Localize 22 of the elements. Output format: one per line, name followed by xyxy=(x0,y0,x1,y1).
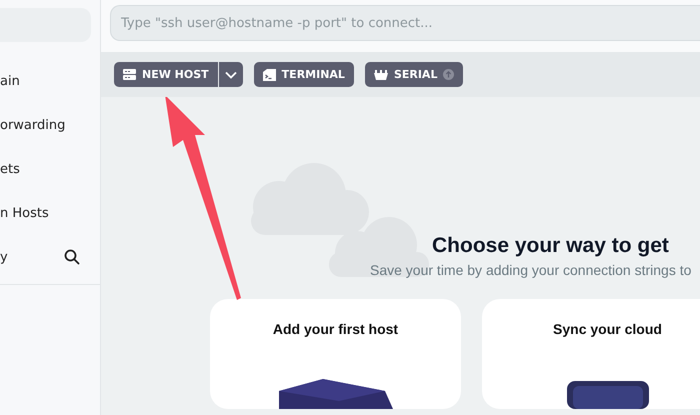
sidebar-item[interactable]: ain xyxy=(0,74,20,88)
toolbar-button[interactable]: SERIAL xyxy=(364,62,464,87)
option-card[interactable]: Add your first host xyxy=(210,299,461,409)
dropdown-button[interactable] xyxy=(218,62,243,87)
server-icon xyxy=(123,69,136,80)
sidebar-item[interactable]: y xyxy=(0,250,8,264)
chevron-down-icon xyxy=(224,70,237,78)
card-title: Sync your cloud xyxy=(553,321,662,337)
search-icon[interactable] xyxy=(64,249,80,265)
terminal-icon xyxy=(262,68,276,80)
toolbar-button[interactable]: TERMINAL xyxy=(254,62,354,87)
serial-port-icon xyxy=(374,70,388,80)
card-title: Add your first host xyxy=(272,321,398,337)
search-field[interactable]: Type "ssh user@hostname -p port" to connect... xyxy=(110,5,700,41)
option-card[interactable]: Sync your cloud xyxy=(482,299,700,409)
toolbar-button[interactable]: NEW HOST xyxy=(114,62,218,87)
sidebar-item[interactable]: ets xyxy=(0,162,20,176)
sidebar-item[interactable]: orwarding xyxy=(0,118,66,132)
welcome-title: Choose your way to get xyxy=(432,234,670,258)
welcome-subtitle: Save your time by adding your connection strings to xyxy=(370,262,692,278)
sidebar-item[interactable]: n Hosts xyxy=(0,206,49,220)
upgrade-icon xyxy=(443,69,454,80)
